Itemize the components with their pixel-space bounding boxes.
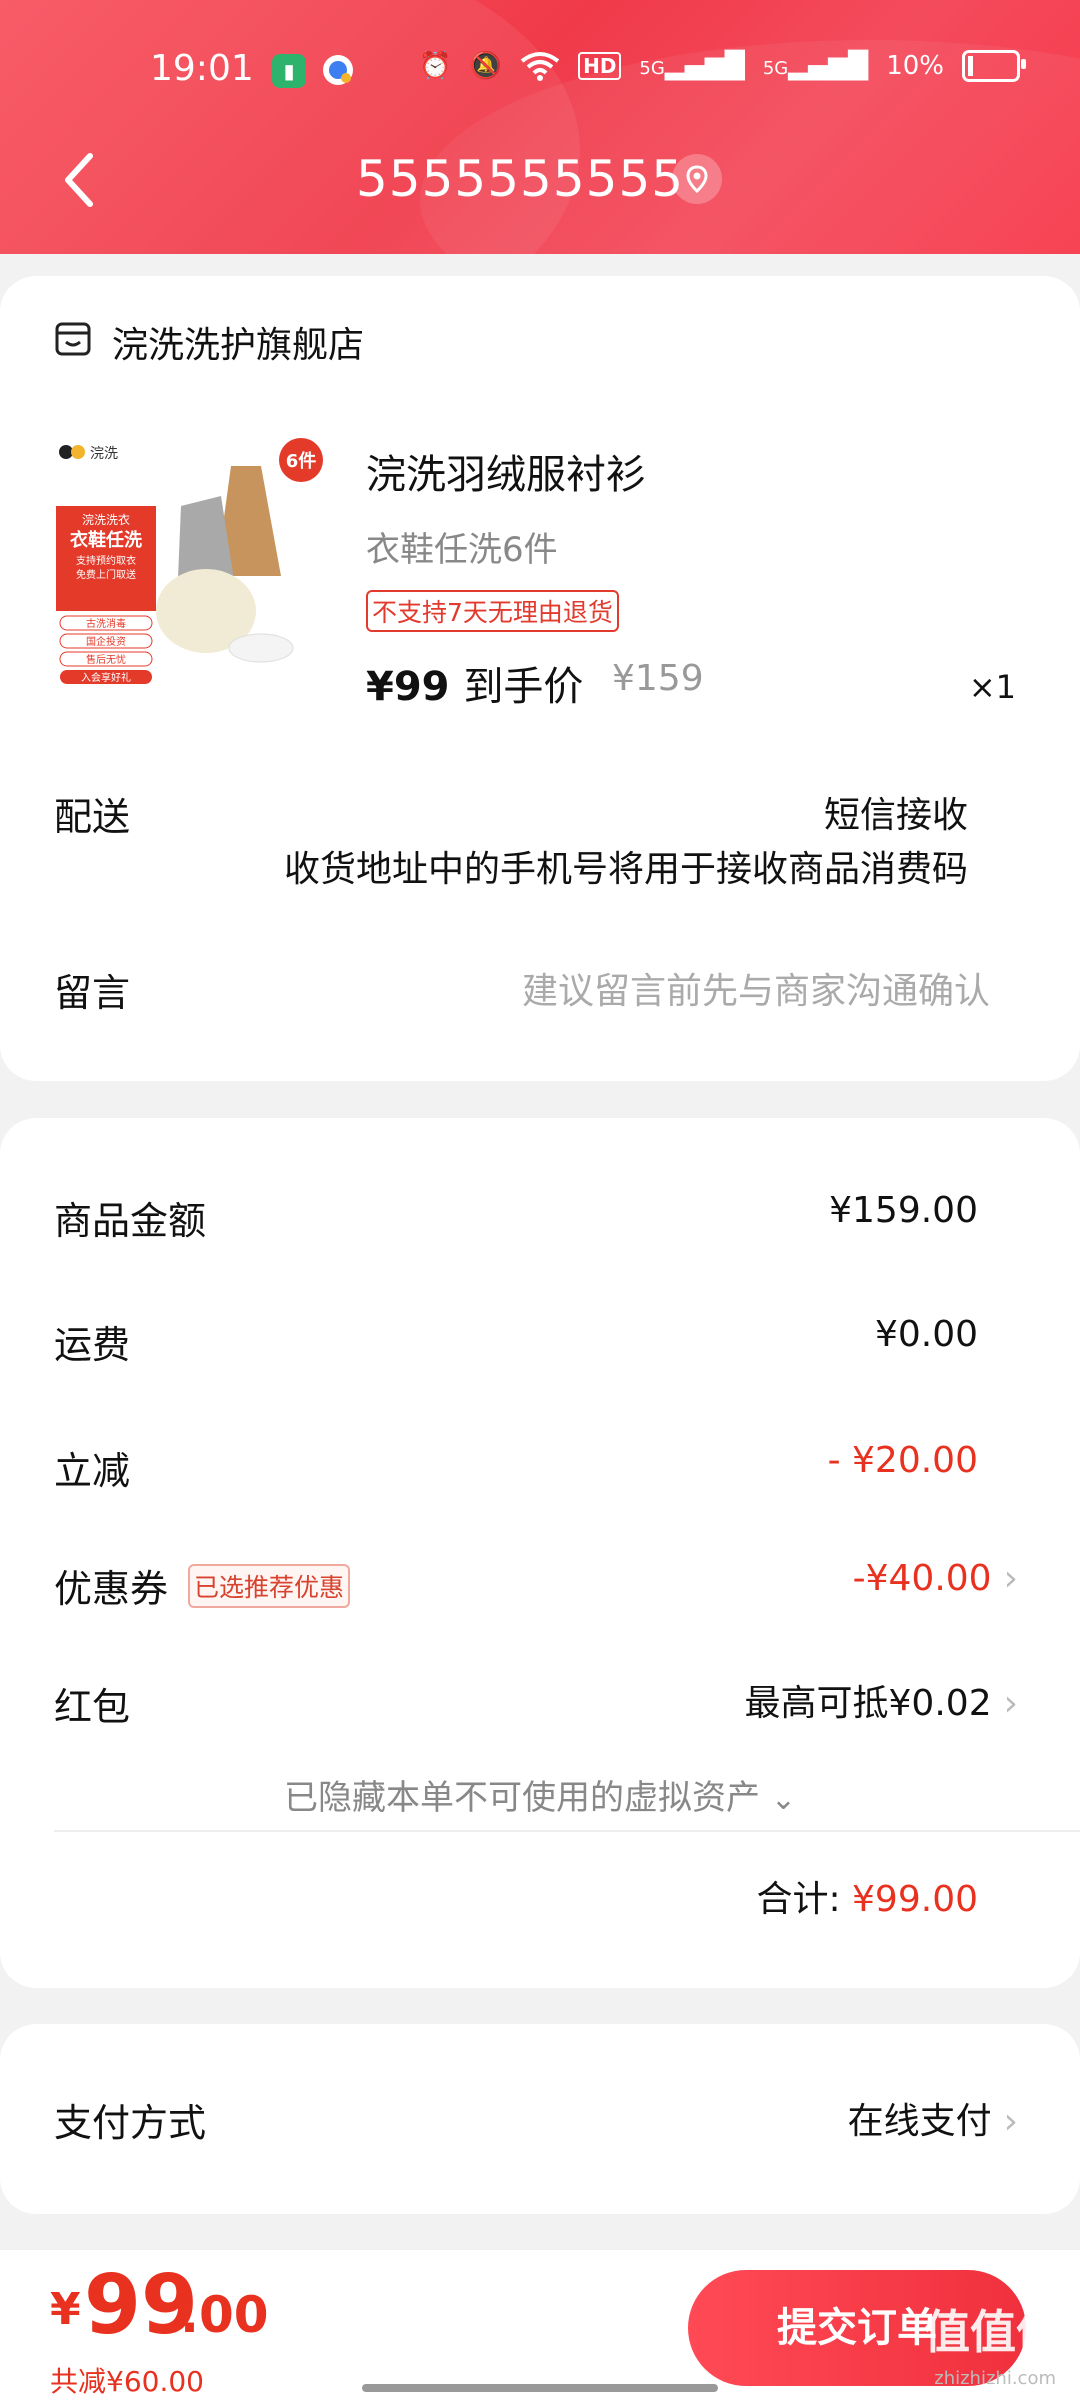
chevron-right-icon: › bbox=[1003, 1558, 1018, 1599]
mute-icon: 🔕 bbox=[469, 51, 503, 81]
coupon-recommended-tag: 已选推荐优惠 bbox=[188, 1564, 351, 1608]
svg-text:6件: 6件 bbox=[286, 450, 317, 472]
coupon-label: 优惠券 bbox=[54, 1567, 169, 1611]
watermark: 值值值 bbox=[924, 2305, 1062, 2359]
payment-card[interactable]: 支付方式 在线支付 › bbox=[0, 2024, 1080, 2214]
svg-text:衣鞋任洗: 衣鞋任洗 bbox=[70, 529, 142, 551]
chevron-right-icon: › bbox=[1003, 2101, 1018, 2142]
location-pin-icon[interactable] bbox=[672, 154, 722, 204]
chevron-right-icon: › bbox=[1003, 1683, 1018, 1724]
back-arrow-icon[interactable] bbox=[60, 150, 100, 210]
battery-percent: 10% bbox=[886, 51, 944, 81]
page-title: 5555555555 bbox=[356, 150, 685, 208]
alarm-icon: ⏰ bbox=[419, 51, 452, 81]
svg-text:支持预约取衣: 支持预约取衣 bbox=[76, 554, 136, 567]
wifi-icon bbox=[520, 52, 560, 81]
product-spec: 衣鞋任洗6件 bbox=[366, 530, 558, 570]
signal-icon-2: 5G▂▄▆█ bbox=[762, 51, 869, 81]
bottom-bar: ¥ 99 .00 共减¥60.00 提交订单 值值值 zhizhizhi.com bbox=[0, 2250, 1080, 2400]
goods-amount-label: 商品金额 bbox=[54, 1199, 207, 1243]
payment-label: 支付方式 bbox=[54, 2101, 207, 2145]
discount-label: 立减 bbox=[54, 1449, 131, 1493]
status-bar: 19:01 ▮ ⏰ 🔕 HD 5G▂▄▆█ 5G▂▄▆█ 10% bbox=[0, 40, 1080, 100]
price-label: 到手价 bbox=[463, 664, 584, 710]
product-price: ¥99 到手价 bbox=[366, 654, 583, 712]
delivery-note: 收货地址中的手机号将用于接收商品消费码 bbox=[283, 849, 968, 890]
total-row: 合计: ¥99.00 bbox=[756, 1870, 978, 1922]
signal-icon-1: 5G▂▄▆█ bbox=[639, 51, 745, 81]
battery-icon bbox=[962, 50, 1026, 82]
hidden-assets-text: 已隐藏本单不可使用的虚拟资产 bbox=[284, 1778, 761, 1818]
header: 19:01 ▮ ⏰ 🔕 HD 5G▂▄▆█ 5G▂▄▆█ 10% 5555555… bbox=[0, 0, 1080, 254]
svg-text:售后无忧: 售后无忧 bbox=[86, 653, 126, 666]
product-image-art: 浣洗 浣洗洗衣 衣鞋任洗 支持预约取衣 免费上门取送 古洗消毒 国企投资 售后无… bbox=[56, 438, 323, 684]
svg-text:古洗消毒: 古洗消毒 bbox=[86, 617, 126, 630]
redpacket-label: 红包 bbox=[54, 1685, 131, 1729]
goods-amount: ¥159.00 bbox=[829, 1190, 978, 1231]
total-saved: 共减¥60.00 bbox=[50, 2365, 204, 2398]
browser-app-icon bbox=[323, 55, 353, 85]
quantity: ×1 bbox=[968, 668, 1016, 706]
watermark-site: zhizhizhi.com bbox=[934, 2368, 1056, 2389]
svg-text:国企投资: 国企投资 bbox=[86, 635, 126, 648]
pay-currency: ¥ bbox=[50, 2284, 81, 2335]
payment-method[interactable]: 在线支付 › bbox=[848, 2092, 1018, 2144]
hd-icon: HD bbox=[578, 52, 622, 80]
redpacket-row[interactable]: 最高可抵¥0.02 › bbox=[745, 1674, 1018, 1726]
store-icon bbox=[55, 322, 91, 356]
redpacket-value: 最高可抵¥0.02 bbox=[744, 1683, 992, 1724]
no-return-tag: 不支持7天无理由退货 bbox=[366, 590, 619, 632]
product-image[interactable]: 浣洗 浣洗洗衣 衣鞋任洗 支持预约取衣 免费上门取送 古洗消毒 国企投资 售后无… bbox=[56, 436, 326, 686]
shipping-fee: ¥0.00 bbox=[874, 1314, 978, 1355]
order-item-card: 浣洗洗护旗舰店 浣洗 浣洗洗衣 衣鞋任洗 支持预约取衣 免费上门取送 古洗消毒 … bbox=[0, 276, 1080, 1081]
price-summary-card: 商品金额 ¥159.00 运费 ¥0.00 立减 - ¥20.00 优惠券 已选… bbox=[0, 1118, 1080, 1988]
svg-text:浣洗: 浣洗 bbox=[90, 446, 118, 462]
total-label: 合计: bbox=[756, 1879, 841, 1920]
status-time: 19:01 bbox=[150, 48, 254, 89]
coupon-amount: -¥40.00 bbox=[852, 1558, 992, 1599]
message-input[interactable]: 建议留言前先与商家沟通确认 bbox=[522, 962, 990, 1014]
payment-value: 在线支付 bbox=[847, 2101, 992, 2142]
home-indicator[interactable] bbox=[362, 2384, 718, 2392]
delivery-label: 配送 bbox=[54, 795, 131, 839]
chevron-down-icon: ⌄ bbox=[770, 1782, 796, 1817]
pay-price-decimal: .00 bbox=[180, 2286, 269, 2344]
original-price: ¥159 bbox=[612, 658, 704, 699]
discount-amount: - ¥20.00 bbox=[827, 1440, 978, 1481]
shipping-label: 运费 bbox=[54, 1323, 131, 1367]
divider bbox=[54, 1830, 1080, 1832]
message-label: 留言 bbox=[54, 971, 131, 1015]
hidden-assets-toggle[interactable]: 已隐藏本单不可使用的虚拟资产 ⌄ bbox=[0, 1770, 1080, 1819]
price-value: ¥99 bbox=[366, 664, 450, 710]
product-name[interactable]: 浣洗羽绒服衬衫 bbox=[366, 442, 646, 500]
svg-text:免费上门取送: 免费上门取送 bbox=[76, 568, 136, 581]
battery-app-icon: ▮ bbox=[272, 54, 306, 88]
svg-text:入会享好礼: 入会享好礼 bbox=[81, 671, 131, 684]
shop-name[interactable]: 浣洗洗护旗舰店 bbox=[112, 316, 364, 368]
coupon-row[interactable]: -¥40.00 › bbox=[853, 1558, 1018, 1599]
delivery-method: 短信接收 bbox=[823, 795, 968, 836]
total-amount: ¥99.00 bbox=[852, 1879, 978, 1920]
svg-text:浣洗洗衣: 浣洗洗衣 bbox=[82, 512, 130, 527]
